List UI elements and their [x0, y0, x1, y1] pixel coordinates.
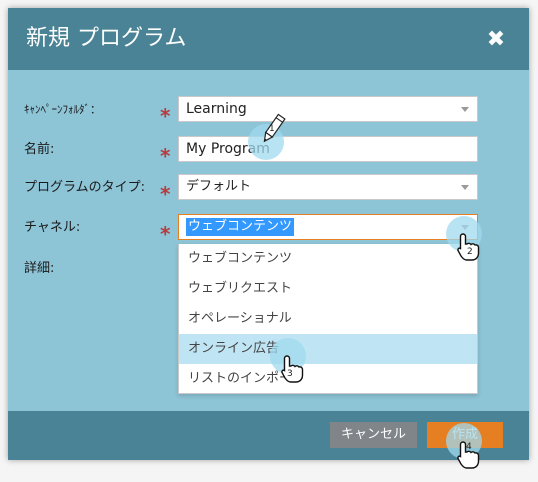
channel-option[interactable]: リストのインポート — [179, 364, 477, 394]
channel-option[interactable]: ウェブリクエスト — [179, 274, 477, 304]
step-number-2: 2 — [467, 247, 473, 257]
name-label: 名前: — [24, 142, 55, 157]
required-mark: * — [160, 222, 171, 246]
required-mark: * — [160, 182, 171, 206]
channel-option[interactable]: オペレーショナル — [179, 304, 477, 334]
step-number-4: 4 — [466, 442, 472, 452]
cancel-button[interactable]: キャンセル — [330, 422, 417, 448]
channel-option[interactable]: ウェブコンテンツ — [179, 244, 477, 274]
step-number-1: 1 — [269, 124, 275, 134]
program-type-select[interactable]: デフォルト — [178, 174, 478, 200]
details-label: 詳細: — [24, 261, 55, 276]
campaign-folder-select[interactable]: Learning — [178, 96, 478, 122]
channel-option-hovered[interactable]: オンライン広告 — [179, 334, 477, 364]
name-input[interactable]: My Program — [178, 136, 478, 162]
channel-select[interactable]: ウェブコンテンツ — [178, 214, 478, 240]
channel-label: チャネル: — [24, 220, 81, 235]
channel-dropdown-list: ウェブコンテンツ ウェブリクエスト オペレーショナル オンライン広告 リストのイ… — [178, 244, 478, 394]
channel-selected-value: ウェブコンテンツ — [186, 218, 295, 236]
dialog-title-bar: 新規 プログラム ✖ — [8, 8, 529, 70]
chevron-down-icon — [461, 107, 469, 112]
hand-pointer-icon — [281, 355, 304, 383]
required-mark: * — [160, 104, 171, 128]
close-icon[interactable]: ✖ — [484, 28, 508, 52]
campaign-folder-label: ｷｬﾝﾍﾟｰﾝﾌｫﾙﾀﾞ： — [24, 103, 101, 116]
program-type-value: デフォルト — [186, 179, 252, 194]
chevron-down-icon — [461, 185, 469, 190]
dialog-title: 新規 プログラム — [26, 26, 187, 51]
campaign-folder-value: Learning — [186, 101, 247, 117]
step-number-3: 3 — [287, 369, 293, 379]
required-mark: * — [160, 144, 171, 168]
program-type-label: プログラムのタイプ: — [24, 180, 145, 195]
